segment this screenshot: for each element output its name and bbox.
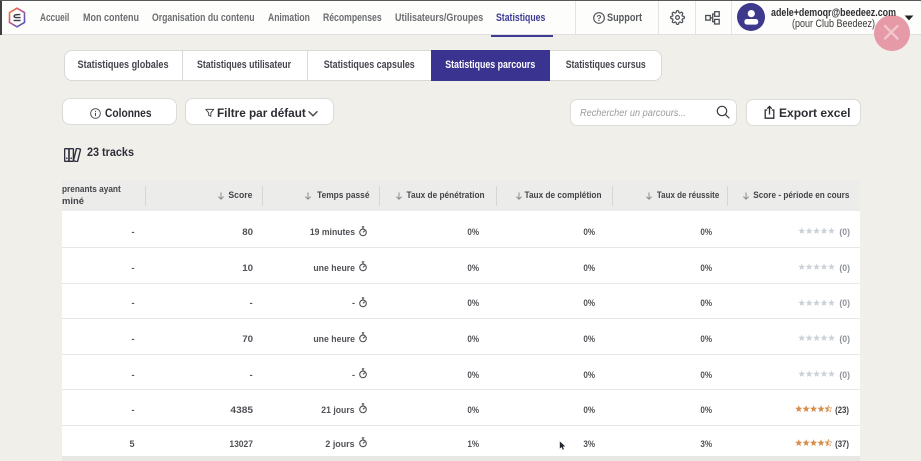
svg-text:?: ?: [596, 13, 601, 23]
